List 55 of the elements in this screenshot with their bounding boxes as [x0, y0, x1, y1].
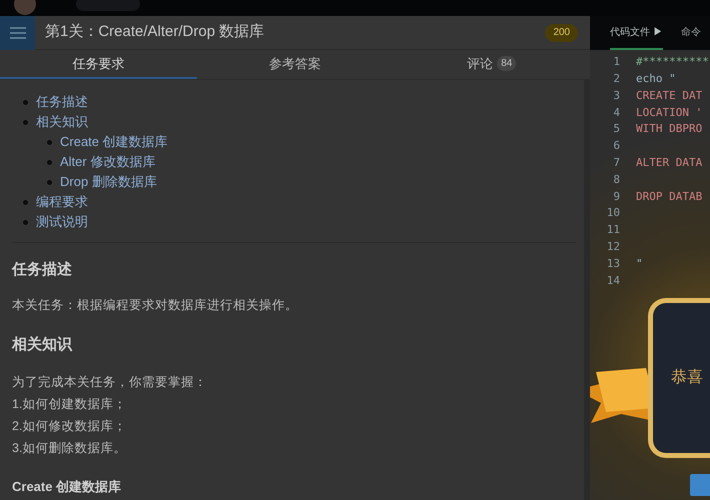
- text-line: 3.如何删除数据库。: [12, 440, 128, 457]
- line-number: 3: [612, 88, 620, 104]
- line-number: 7: [612, 154, 620, 171]
- code-editor[interactable]: 1 #********** 2 echo " 3 CREATE DAT 4 LOCATION ' 5 WITH DBPRO 6 7 ALTER DATA 8 9 DROP DATAB 10 11 12 13 " 14 恭喜: [590, 50, 710, 500]
- code-line: CREATE DAT: [636, 88, 702, 104]
- toc-link[interactable]: Create 创建数据库: [60, 132, 168, 152]
- toc-link[interactable]: 编程要求: [36, 192, 88, 212]
- code-line: DROP DATAB: [636, 188, 702, 205]
- line-number: 14: [606, 272, 620, 288]
- section-heading: 相关知识: [12, 335, 74, 356]
- line-number: 5: [612, 121, 620, 138]
- tab[interactable]: 参考答案: [196, 50, 394, 79]
- menu-button[interactable]: [0, 16, 35, 50]
- code-line: ": [636, 256, 643, 272]
- subsection-heading: Create 创建数据库: [12, 478, 122, 496]
- bullet-icon: [23, 120, 28, 124]
- score-badge: 200: [545, 24, 578, 42]
- code-line: LOCATION ': [636, 104, 702, 121]
- toc-link[interactable]: Alter 修改数据库: [60, 152, 156, 172]
- code-line: echo ": [636, 70, 676, 87]
- menu-icon: [10, 26, 26, 38]
- paragraph: 本关任务：根据编程要求对数据库进行相关操作。: [12, 296, 299, 314]
- line-number: 8: [612, 172, 620, 188]
- text-line: 2.如何修改数据库；: [12, 418, 128, 435]
- toc-link[interactable]: 测试说明: [36, 212, 88, 232]
- code-line: ALTER DATA: [636, 154, 702, 171]
- bullet-icon: [47, 140, 52, 144]
- bullet-icon: [23, 100, 28, 104]
- text-line: 为了完成本关任务，你需要掌握：: [12, 374, 208, 391]
- tab[interactable]: 任务要求: [0, 50, 197, 79]
- code-line: WITH DBPRO: [636, 121, 702, 138]
- line-number: 12: [606, 238, 620, 255]
- tab[interactable]: 评论 84: [393, 50, 590, 79]
- line-number: 10: [606, 205, 620, 222]
- line-number: 11: [606, 222, 620, 238]
- line-number: 13: [606, 256, 620, 272]
- section-heading: 任务描述: [12, 260, 73, 280]
- level-title: 第1关：Create/Alter/Drop 数据库: [45, 22, 264, 42]
- line-number: 9: [612, 188, 620, 205]
- toc-link[interactable]: Drop 删除数据库: [60, 172, 157, 192]
- line-number: 2: [612, 70, 620, 87]
- comment-count: 84: [497, 56, 516, 71]
- editor-tab[interactable]: 命令: [680, 16, 701, 50]
- text-line: 1.如何创建数据库；: [12, 396, 128, 413]
- toc-link[interactable]: 相关知识: [36, 112, 88, 132]
- code-line: #**********: [636, 54, 709, 70]
- line-number: 1: [612, 54, 620, 70]
- toc-link[interactable]: 任务描述: [36, 92, 88, 112]
- bullet-icon: [47, 180, 52, 184]
- bullet-icon: [47, 160, 52, 164]
- award-text: 恭喜: [671, 368, 703, 388]
- bullet-icon: [23, 200, 28, 204]
- bullet-icon: [23, 220, 28, 224]
- line-number: 4: [612, 104, 620, 121]
- line-number: 6: [612, 138, 620, 154]
